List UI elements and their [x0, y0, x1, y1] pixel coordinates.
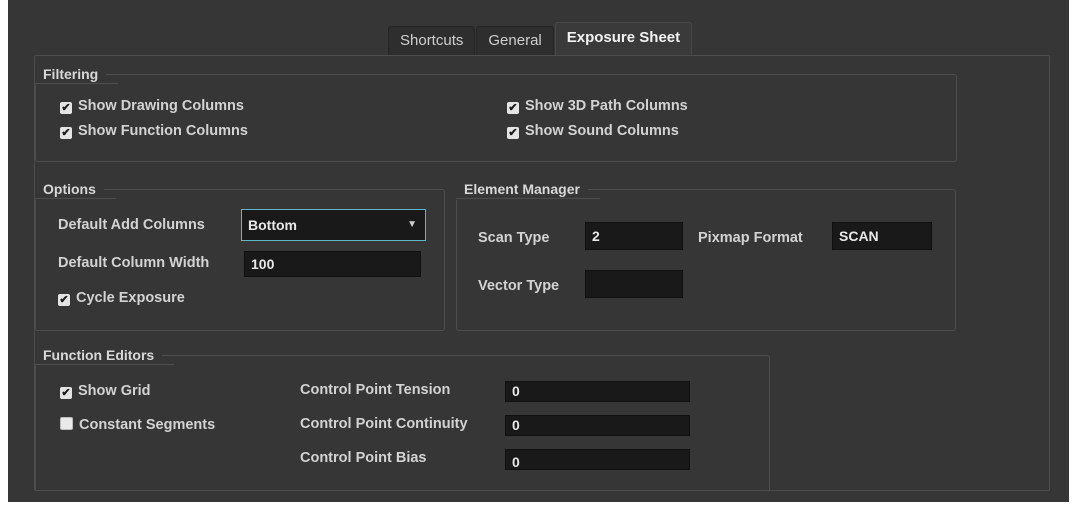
check-icon: [58, 294, 70, 306]
default-add-columns-select[interactable]: Bottom ▼: [241, 209, 426, 241]
show-grid-checkbox[interactable]: Show Grid: [60, 383, 151, 399]
control-point-tension-input[interactable]: 0: [505, 381, 690, 402]
filtering-title: Filtering: [35, 63, 119, 85]
filtering-group: Filtering Show Drawing Columns Show Func…: [35, 63, 957, 162]
pixmap-format-input[interactable]: SCAN: [832, 222, 932, 250]
tab-general[interactable]: General: [476, 26, 554, 55]
control-point-bias-label: Control Point Bias: [300, 450, 427, 466]
check-icon: [60, 127, 72, 139]
default-column-width-label: Default Column Width: [58, 255, 210, 271]
element-manager-title: Element Manager: [456, 178, 600, 200]
chevron-down-icon: ▼: [407, 219, 417, 230]
check-icon: [60, 387, 72, 399]
show-function-columns-label: Show Function Columns: [78, 123, 248, 139]
scan-type-label: Scan Type: [478, 230, 550, 246]
show-sound-columns-label: Show Sound Columns: [525, 123, 679, 139]
default-add-columns-label: Default Add Columns: [58, 217, 205, 233]
vector-type-input[interactable]: [585, 270, 683, 298]
show-drawing-columns-checkbox[interactable]: Show Drawing Columns: [60, 98, 244, 114]
control-point-tension-label: Control Point Tension: [300, 382, 451, 398]
show-3d-path-columns-label: Show 3D Path Columns: [525, 98, 688, 114]
constant-segments-checkbox[interactable]: Constant Segments: [60, 417, 215, 433]
default-add-columns-value: Bottom: [248, 217, 297, 233]
check-icon: [507, 127, 519, 139]
tab-bar: Shortcuts General Exposure Sheet: [388, 22, 693, 55]
show-sound-columns-checkbox[interactable]: Show Sound Columns: [507, 123, 679, 139]
show-drawing-columns-label: Show Drawing Columns: [78, 98, 244, 114]
tab-exposure-sheet[interactable]: Exposure Sheet: [554, 22, 693, 55]
cycle-exposure-label: Cycle Exposure: [76, 290, 185, 306]
scan-type-input[interactable]: 2: [585, 222, 683, 250]
show-3d-path-columns-checkbox[interactable]: Show 3D Path Columns: [507, 98, 688, 114]
show-function-columns-checkbox[interactable]: Show Function Columns: [60, 123, 248, 139]
exposure-sheet-panel: Filtering Show Drawing Columns Show Func…: [34, 55, 1050, 492]
constant-segments-label: Constant Segments: [79, 417, 216, 433]
control-point-bias-input[interactable]: 0: [505, 449, 690, 470]
element-manager-group: Element Manager Scan Type 2 Pixmap Forma…: [456, 178, 956, 331]
function-editors-title: Function Editors: [35, 344, 175, 366]
default-column-width-input[interactable]: 100: [244, 251, 421, 277]
check-icon: [60, 102, 72, 114]
tab-shortcuts[interactable]: Shortcuts: [388, 26, 476, 55]
options-group: Options Default Add Columns Bottom ▼ Def…: [35, 178, 445, 331]
vector-type-label: Vector Type: [478, 278, 560, 294]
control-point-continuity-input[interactable]: 0: [505, 415, 690, 436]
pixmap-format-label: Pixmap Format: [698, 230, 803, 246]
options-title: Options: [35, 178, 116, 200]
show-grid-label: Show Grid: [78, 383, 151, 399]
cycle-exposure-checkbox[interactable]: Cycle Exposure: [58, 290, 185, 306]
control-point-continuity-label: Control Point Continuity: [300, 416, 468, 432]
checkbox-unchecked-icon: [60, 417, 73, 430]
function-editors-group: Function Editors Show Grid Constant Segm…: [35, 344, 770, 492]
preferences-window: Shortcuts General Exposure Sheet Filteri…: [8, 0, 1069, 502]
check-icon: [507, 102, 519, 114]
